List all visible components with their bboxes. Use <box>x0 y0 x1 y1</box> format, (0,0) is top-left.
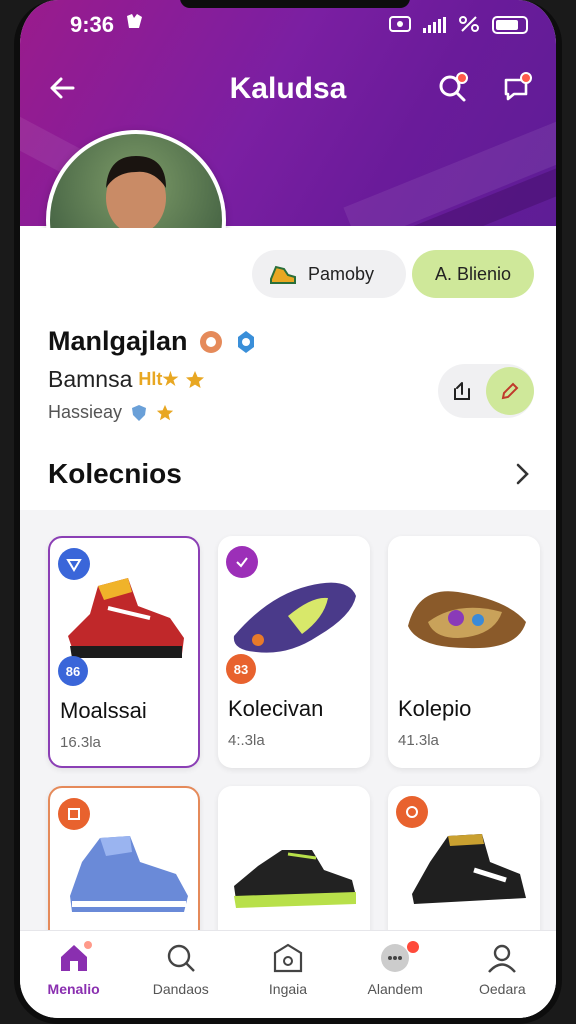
badge-check-icon <box>236 557 248 568</box>
search-icon <box>167 944 195 972</box>
status-bar: 9:36 <box>70 10 528 40</box>
pamoby-button[interactable]: Pamoby <box>252 250 406 298</box>
section-title: Kolecnios <box>48 458 182 489</box>
star-icon <box>185 370 204 388</box>
sim-icon <box>389 15 411 36</box>
category-badge <box>396 796 428 828</box>
notch <box>180 0 410 8</box>
sandal-image <box>398 556 530 666</box>
card-subtitle: 4:.3la <box>228 732 265 749</box>
shoe-icon <box>270 265 296 284</box>
user-icon <box>488 944 517 973</box>
phone-frame: 9:36 Kaludsa Pamoby A. Blienio Manlgajla… <box>14 0 562 1024</box>
collections-header[interactable]: Kolecnios <box>48 454 532 494</box>
team-row: Bamnsa Hlt★ <box>48 366 205 393</box>
rating-badge: 86 <box>58 656 88 686</box>
blienio-button[interactable]: A. Blienio <box>412 250 534 298</box>
nav-label: Ingaia <box>268 981 308 997</box>
team-tag: Hlt★ <box>138 369 179 389</box>
card-subtitle: 41.3la <box>398 732 439 749</box>
category-badge <box>226 546 258 578</box>
notification-dot <box>456 72 468 84</box>
share-button[interactable] <box>438 367 486 415</box>
nav-profile[interactable]: Oedara <box>452 941 552 997</box>
sneaker-image <box>228 810 360 920</box>
card-title: Kolecivan <box>228 696 324 721</box>
collection-card[interactable]: 86 Moalssai 16.3la <box>48 536 200 768</box>
nav-label: Menalio <box>47 981 100 997</box>
battery-icon <box>492 16 528 34</box>
nav-box[interactable]: Ingaia <box>238 941 338 997</box>
card-subtitle: 16.3la <box>60 734 101 751</box>
star-icon <box>156 404 174 420</box>
box-icon <box>273 943 303 973</box>
nav-label: Oedara <box>478 981 526 997</box>
collection-card[interactable]: 83 Kolecivan 4:.3la <box>218 536 370 768</box>
category-badge <box>58 798 90 830</box>
team-name: Bamnsa <box>48 366 133 392</box>
status-time: 9:36 <box>70 12 115 37</box>
percent-icon <box>458 15 480 36</box>
chat-button[interactable] <box>496 68 536 108</box>
app-notification-icon <box>124 12 144 38</box>
shield-icon <box>132 404 147 421</box>
rating-badge: 83 <box>226 654 256 684</box>
player-position: Hassieay <box>48 402 123 422</box>
signal-icon <box>423 17 446 33</box>
edit-button[interactable] <box>486 367 534 415</box>
player-name-row: Manlgajlan <box>48 326 258 357</box>
chevron-right-icon <box>516 463 529 485</box>
collection-card[interactable]: Kolepio 41.3la <box>388 536 540 768</box>
medal-icon <box>199 330 222 353</box>
player-name: Manlgajlan <box>48 326 188 356</box>
profile-card: Pamoby A. Blienio Manlgajlan Bamnsa Hlt★… <box>20 226 556 510</box>
nav-label: Dandaos <box>152 981 209 997</box>
badge-check-icon <box>68 808 80 820</box>
nav-chat[interactable]: Alandem <box>345 941 445 997</box>
edit-icon <box>501 382 519 400</box>
category-badge <box>58 548 90 580</box>
share-icon <box>454 382 470 400</box>
nav-label: Alandem <box>367 981 423 997</box>
blienio-label: A. Blienio <box>434 263 512 284</box>
badge-check-icon <box>406 806 418 818</box>
verified-badge-icon <box>237 330 254 353</box>
notification-dot <box>520 72 532 84</box>
profile-actions <box>438 364 534 418</box>
pamoby-label: Pamoby <box>308 263 375 284</box>
top-nav: Kaludsa <box>20 62 556 112</box>
badge-check-icon <box>66 559 82 572</box>
nav-search[interactable]: Dandaos <box>131 941 231 997</box>
card-title: Moalssai <box>60 698 147 723</box>
search-button[interactable] <box>432 68 472 108</box>
card-title: Kolepio <box>398 696 472 721</box>
position-row: Hassieay <box>48 402 174 423</box>
profile-header: 9:36 Kaludsa <box>20 0 556 228</box>
bottom-nav: Menalio Dandaos Ingaia Alandem Oedara <box>20 930 556 1018</box>
nav-home[interactable]: Menalio <box>24 941 124 997</box>
screen-title: Kaludsa <box>229 72 347 105</box>
